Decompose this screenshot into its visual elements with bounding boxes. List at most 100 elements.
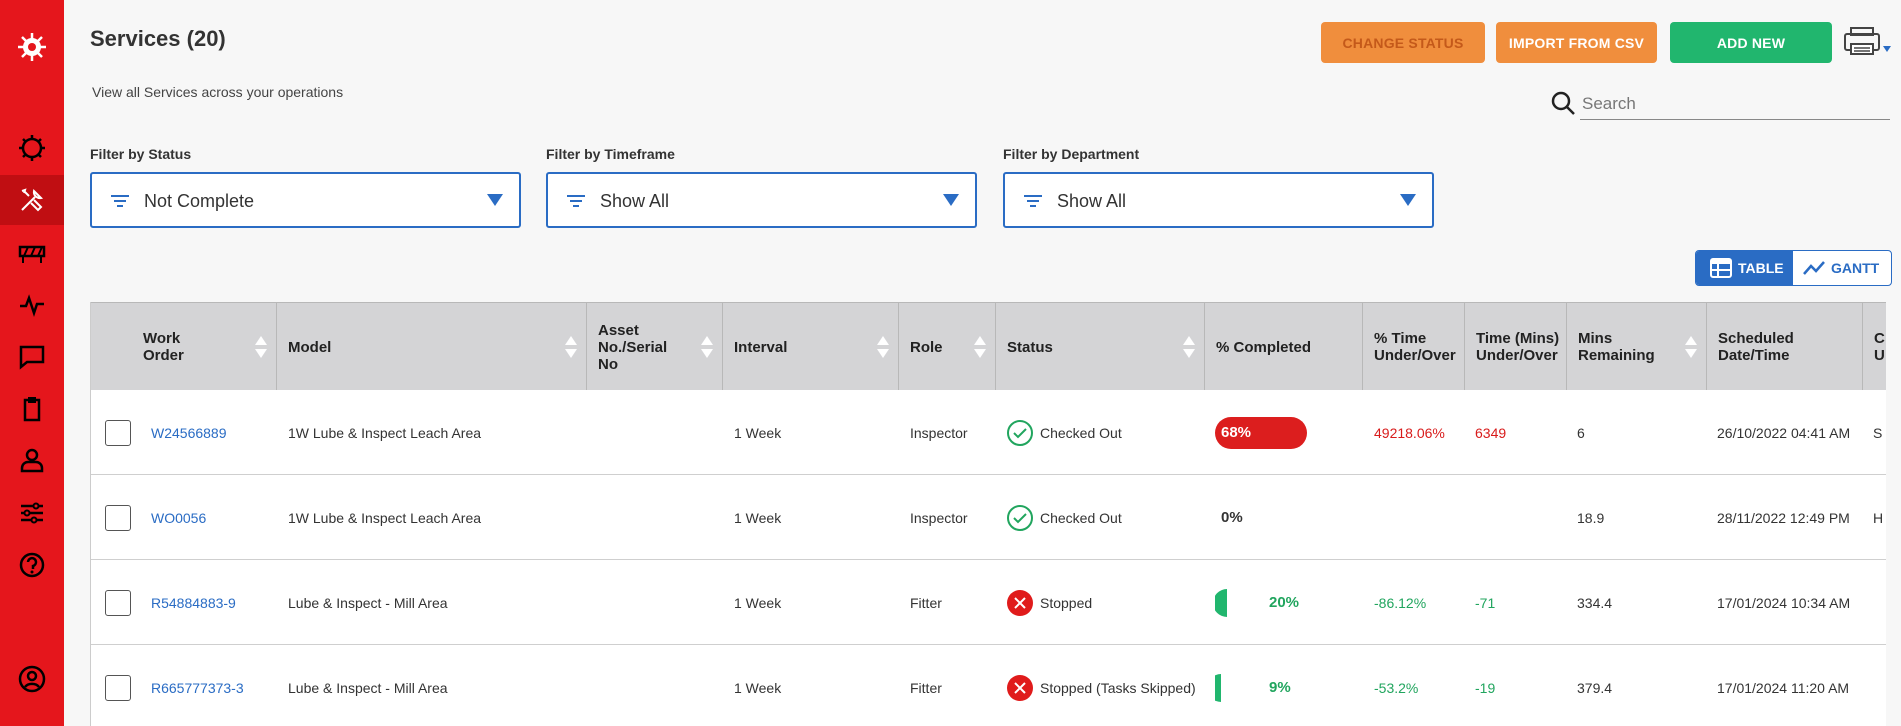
role-cell: Fitter	[910, 594, 942, 611]
table-header: Work Order Model Asset No./Serial No Int…	[91, 302, 1886, 391]
sort-icon	[565, 336, 577, 358]
table-view-button[interactable]: TABLE	[1696, 251, 1793, 285]
scheduled-cell: 28/11/2022 12:49 PM	[1717, 509, 1850, 526]
col-model[interactable]: Model	[277, 303, 587, 391]
work-order-link[interactable]: R54884883-9	[151, 560, 236, 645]
col-pct-time[interactable]: % Time Under/Over	[1363, 303, 1465, 391]
chevron-down-icon	[1883, 46, 1891, 52]
work-order-link[interactable]: WO0056	[151, 475, 206, 560]
role-cell: Fitter	[910, 679, 942, 696]
change-status-button[interactable]: CHANGE STATUS	[1321, 22, 1485, 63]
page-title: Services (20)	[90, 26, 226, 51]
filter-icon	[1024, 195, 1042, 207]
filter-icon	[567, 195, 585, 207]
table-row[interactable]: W24566889 1W Lube & Inspect Leach Area 1…	[91, 390, 1886, 475]
sidebar	[0, 0, 64, 726]
department-filter-label: Filter by Department	[1003, 146, 1140, 162]
filter-icon	[111, 195, 129, 207]
role-cell: Inspector	[910, 509, 968, 526]
search-input[interactable]	[1580, 88, 1890, 120]
pct-completed-cell: 0%	[1221, 509, 1243, 526]
work-order-link[interactable]: W24566889	[151, 390, 227, 475]
scheduled-cell: 17/01/2024 11:20 AM	[1717, 679, 1850, 696]
model-cell: 1W Lube & Inspect Leach Area	[288, 509, 482, 526]
row-checkbox[interactable]	[105, 505, 131, 531]
account-icon[interactable]	[0, 654, 64, 704]
dashboard-icon[interactable]	[0, 123, 64, 173]
table-row[interactable]: R54884883-9 Lube & Inspect - Mill Area 1…	[91, 560, 1886, 645]
timeframe-filter-value: Show All	[600, 191, 670, 211]
interval-cell: 1 Week	[734, 679, 782, 696]
work-order-link[interactable]: R665777373-3	[151, 645, 244, 726]
status-cell: Checked Out	[1006, 475, 1122, 560]
progress-stub	[1215, 673, 1221, 702]
time-mins-cell: -71	[1475, 594, 1496, 611]
row-checkbox[interactable]	[105, 590, 131, 616]
pct-completed-cell: 9%	[1215, 645, 1291, 726]
model-cell: Lube & Inspect - Mill Area	[288, 594, 448, 611]
col-pct-completed[interactable]: % Completed	[1205, 303, 1363, 391]
scheduled-cell: 26/10/2022 04:41 AM	[1717, 424, 1851, 441]
table-view-label: TABLE	[1738, 260, 1784, 276]
model-cell: 1W Lube & Inspect Leach Area	[288, 424, 482, 441]
settings-icon[interactable]	[0, 488, 64, 538]
main-content: Services (20) View all Services across y…	[64, 0, 1901, 726]
col-status[interactable]: Status	[996, 303, 1205, 391]
sort-icon	[974, 336, 986, 358]
time-mins-cell: -19	[1475, 679, 1496, 696]
col-time-mins[interactable]: Time (Mins) Under/Over	[1465, 303, 1567, 391]
check-circle-icon	[1007, 419, 1033, 446]
col-interval[interactable]: Interval	[723, 303, 899, 391]
role-cell: Inspector	[910, 424, 968, 441]
dropdown-arrow-icon	[1400, 194, 1416, 206]
add-new-button[interactable]: ADD NEW	[1670, 22, 1832, 63]
progress-pill: 68%	[1215, 416, 1307, 449]
logo-icon[interactable]	[0, 22, 64, 72]
row-checkbox[interactable]	[105, 420, 131, 446]
time-mins-cell: 6349	[1475, 424, 1507, 441]
equipment-icon[interactable]	[0, 228, 64, 278]
sort-icon	[1183, 336, 1195, 358]
documents-icon[interactable]	[0, 384, 64, 434]
print-menu[interactable]	[1843, 26, 1893, 58]
mins-remaining-cell: 379.4	[1577, 679, 1613, 696]
col-mins-remaining[interactable]: Mins Remaining	[1567, 303, 1707, 391]
next-col-cell: S	[1873, 424, 1883, 441]
services-icon[interactable]	[0, 175, 64, 225]
row-checkbox[interactable]	[105, 675, 131, 701]
col-next[interactable]: C U	[1863, 303, 1886, 391]
pct-time-cell: -86.12%	[1374, 594, 1427, 611]
status-filter-value: Not Complete	[144, 191, 255, 211]
col-work-order[interactable]: Work Order	[91, 303, 277, 391]
next-col-cell: H	[1873, 509, 1884, 526]
table-row[interactable]: R665777373-3 Lube & Inspect - Mill Area …	[91, 645, 1886, 726]
table-row[interactable]: WO0056 1W Lube & Inspect Leach Area 1 We…	[91, 475, 1886, 560]
status-cell: Stopped (Tasks Skipped)	[1006, 645, 1196, 726]
sort-icon	[701, 336, 713, 358]
col-role[interactable]: Role	[899, 303, 996, 391]
col-scheduled[interactable]: Scheduled Date/Time	[1707, 303, 1863, 391]
gantt-view-button[interactable]: GANTT	[1793, 251, 1891, 285]
activity-icon[interactable]	[0, 280, 64, 330]
view-toggle: TABLE GANTT	[1695, 250, 1892, 286]
interval-cell: 1 Week	[734, 424, 782, 441]
help-icon[interactable]	[0, 540, 64, 590]
timeframe-filter-select[interactable]: Show All	[546, 172, 977, 228]
department-filter-select[interactable]: Show All	[1003, 172, 1434, 228]
user-icon[interactable]	[0, 435, 64, 485]
interval-cell: 1 Week	[734, 509, 782, 526]
table-icon	[1710, 258, 1732, 278]
pct-completed-cell: 68%	[1215, 390, 1307, 475]
sort-icon	[1685, 336, 1697, 358]
messages-icon[interactable]	[0, 332, 64, 382]
status-filter-select[interactable]: Not Complete	[90, 172, 521, 228]
stop-circle-icon	[1007, 589, 1033, 616]
scheduled-cell: 17/01/2024 10:34 AM	[1717, 594, 1851, 611]
mins-remaining-cell: 334.4	[1577, 594, 1613, 611]
import-csv-button[interactable]: IMPORT FROM CSV	[1496, 22, 1657, 63]
status-cell: Stopped	[1006, 560, 1092, 645]
col-asset[interactable]: Asset No./Serial No	[587, 303, 723, 391]
services-table: Work Order Model Asset No./Serial No Int…	[90, 302, 1886, 726]
trend-line-icon	[1803, 261, 1825, 275]
mins-remaining-cell: 18.9	[1577, 509, 1605, 526]
